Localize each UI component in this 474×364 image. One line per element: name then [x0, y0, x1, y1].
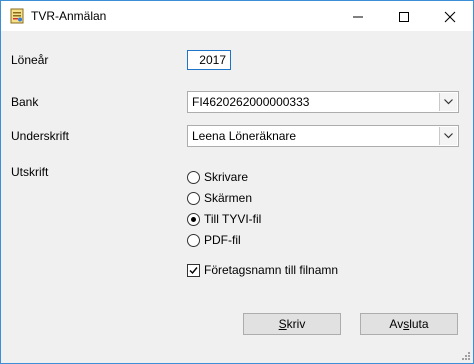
print-button-mnemonic: S: [278, 317, 287, 331]
dialog-window: TVR-Anmälan Löneår 2017 Bank FI462026200…: [0, 0, 474, 364]
bank-label: Bank: [11, 95, 39, 109]
output-option-label: PDF-fil: [204, 233, 241, 247]
signature-select-value: Leena Löneräknare: [192, 129, 297, 143]
radio-circle[interactable]: [187, 171, 200, 184]
signature-select[interactable]: Leena Löneräknare: [187, 125, 459, 147]
output-option-label: Till TYVI-fil: [204, 212, 262, 226]
radio-circle[interactable]: [187, 234, 200, 247]
maximize-icon: [399, 12, 409, 22]
close-button-label-rest: luta: [409, 317, 429, 331]
bank-dropdown-button[interactable]: [439, 93, 457, 111]
company-name-checkbox-label: Företagsnamn till filnamn: [204, 263, 339, 277]
chevron-down-icon: [444, 133, 453, 139]
minimize-icon: [353, 16, 363, 18]
output-option-label: Skärmen: [204, 191, 253, 205]
resize-grip-icon[interactable]: [461, 351, 471, 361]
print-button[interactable]: Skriv: [243, 313, 341, 335]
maximize-button[interactable]: [381, 1, 427, 31]
output-option-label: Skrivare: [204, 170, 249, 184]
close-dialog-button[interactable]: Avsluta: [360, 313, 458, 335]
close-button-label-prefix: Av: [389, 317, 404, 331]
radio-circle[interactable]: [187, 192, 200, 205]
print-button-label-rest: kriv: [286, 317, 306, 331]
title-bar[interactable]: TVR-Anmälan: [1, 1, 473, 31]
year-input[interactable]: 2017: [187, 50, 231, 70]
window-title: TVR-Anmälan: [31, 9, 107, 23]
signature-label: Underskrift: [11, 129, 70, 143]
close-button[interactable]: [427, 1, 473, 31]
chevron-down-icon: [444, 99, 453, 105]
checkmark-icon: [189, 267, 198, 275]
radio-circle[interactable]: [187, 213, 200, 226]
checkbox-box[interactable]: [187, 264, 200, 277]
bank-select[interactable]: FI4620262000000333: [187, 91, 459, 113]
year-label: Löneår: [11, 53, 49, 67]
close-icon: [444, 11, 456, 23]
signature-dropdown-button[interactable]: [439, 127, 457, 145]
output-label: Utskrift: [11, 165, 49, 179]
form-app-icon: [9, 8, 25, 24]
minimize-button[interactable]: [335, 1, 381, 31]
radio-selected-dot: [191, 217, 196, 222]
bank-select-value: FI4620262000000333: [192, 95, 310, 109]
dialog-body: Löneår 2017 Bank FI4620262000000333 Unde…: [1, 31, 473, 363]
